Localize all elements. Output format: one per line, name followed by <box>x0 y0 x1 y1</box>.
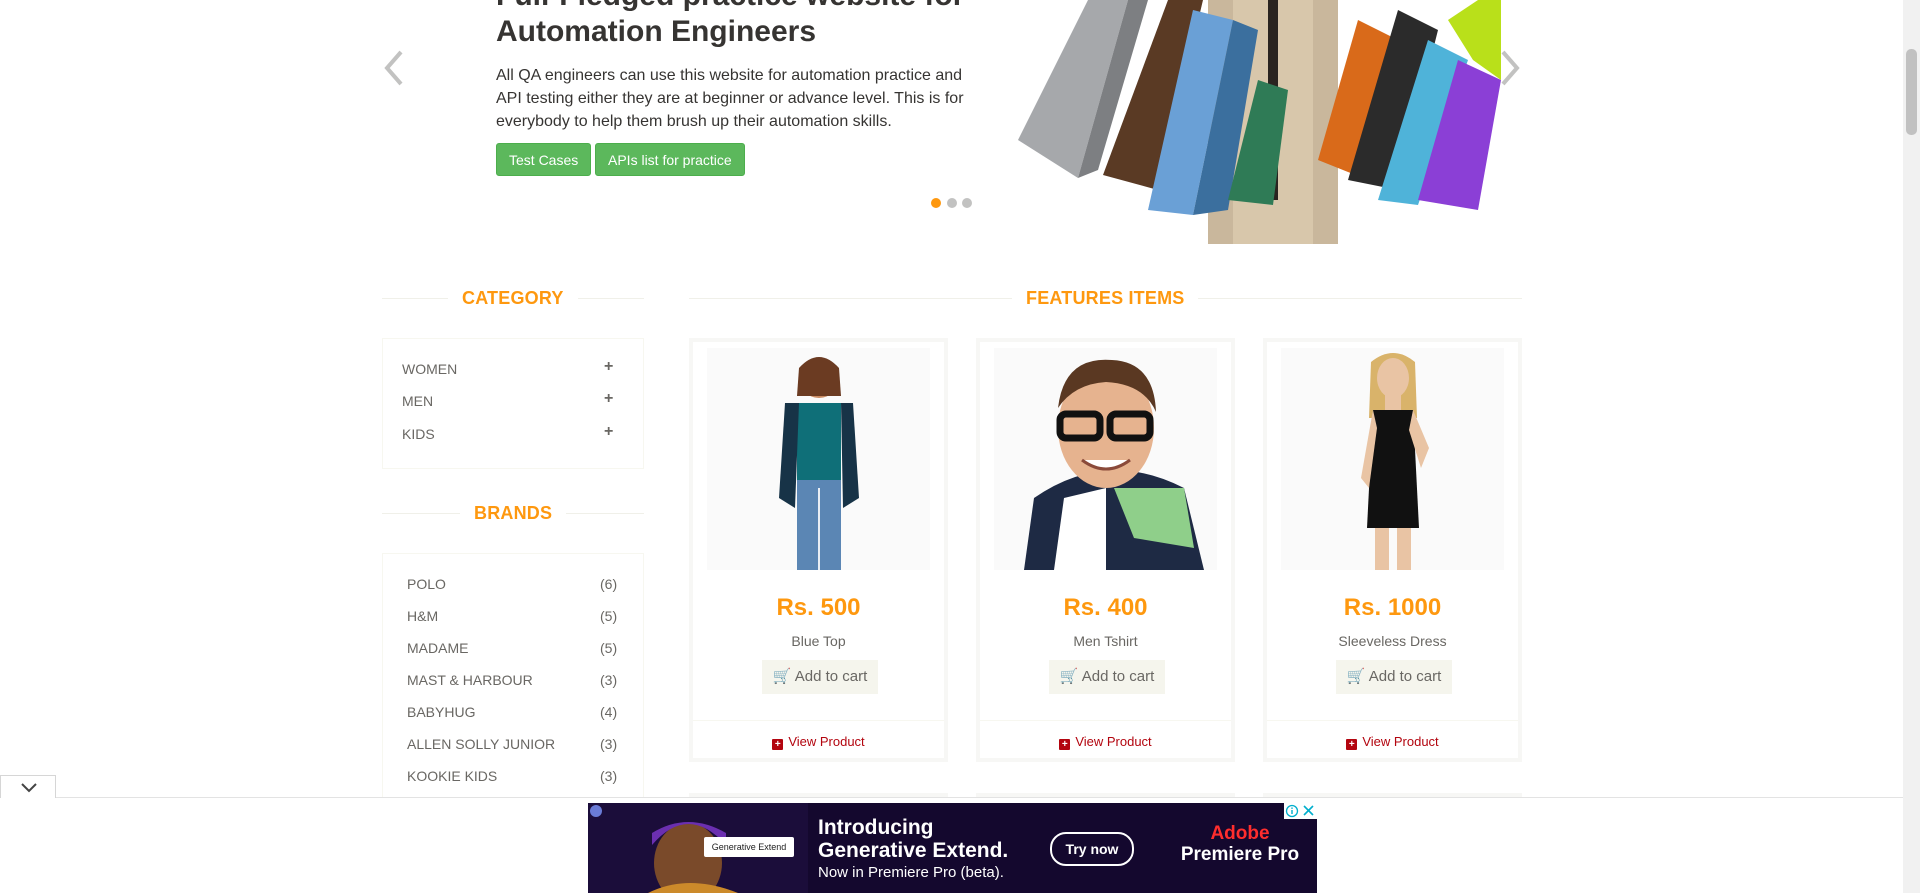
add-to-cart-button[interactable]: 🛒 Add to cart <box>1336 660 1452 694</box>
brand-allen-solly-junior[interactable]: ALLEN SOLLY JUNIOR <box>407 736 555 752</box>
features-title: FEATURES ITEMS <box>1012 288 1199 309</box>
category-kids[interactable]: KIDS <box>402 426 435 442</box>
cart-icon: 🛒 <box>1059 668 1079 685</box>
brand-count: (5) <box>600 608 618 624</box>
brands-title: BRANDS <box>460 503 567 524</box>
close-icon[interactable] <box>1303 805 1314 816</box>
cart-icon: 🛒 <box>772 668 792 685</box>
view-product-label: View Product <box>1075 734 1152 749</box>
info-icon[interactable] <box>1285 804 1299 818</box>
add-to-cart-label: Add to cart <box>1081 668 1155 685</box>
scrollbar-thumb[interactable] <box>1906 49 1917 135</box>
features-heading: FEATURES ITEMS <box>689 288 1522 309</box>
product-card: Rs. 400 Men Tshirt 🛒 Add to cart + View P… <box>976 338 1235 762</box>
adobe-advertisement[interactable]: Generative Extend Introducing Generative… <box>588 803 1317 893</box>
category-title: CATEGORY <box>448 288 578 309</box>
cart-icon: 🛒 <box>1346 668 1366 685</box>
add-to-cart-label: Add to cart <box>794 668 868 685</box>
hero-shopping-image <box>1018 0 1501 244</box>
carousel-dot-2[interactable] <box>947 198 957 208</box>
product-price: Rs. 1000 <box>1343 594 1442 621</box>
ad-brand-bottom: Premiere Pro <box>1180 844 1300 865</box>
ad-chip: Generative Extend <box>704 837 794 857</box>
category-men[interactable]: MEN <box>402 393 433 409</box>
carousel-dot-3[interactable] <box>962 198 972 208</box>
product-price: Rs. 400 <box>1063 594 1148 621</box>
view-product-label: View Product <box>788 734 865 749</box>
product-image <box>707 348 930 570</box>
carousel-next-arrow[interactable] <box>1499 48 1523 88</box>
brand-babyhug[interactable]: BABYHUG <box>407 704 475 720</box>
hero-description: All QA engineers can use this website fo… <box>496 67 964 130</box>
add-to-cart-label: Add to cart <box>1368 668 1442 685</box>
brand-madame[interactable]: MADAME <box>407 640 468 656</box>
plus-icon[interactable]: + <box>604 423 613 441</box>
test-cases-button[interactable]: Test Cases <box>496 143 592 176</box>
brand-count: (5) <box>600 640 618 656</box>
plus-square-icon: + <box>1059 739 1071 750</box>
hero-title: Full-Fledged practice website for Automa… <box>496 0 964 48</box>
brands-heading: BRANDS <box>382 503 644 524</box>
apis-list-button[interactable]: APIs list for practice <box>595 143 745 176</box>
ad-subtext: Now in Premiere Pro (beta). <box>818 864 1004 881</box>
view-product-link[interactable]: + View Product <box>693 734 944 750</box>
plus-square-icon: + <box>772 739 784 750</box>
brand-count: (3) <box>600 736 618 752</box>
view-product-link[interactable]: + View Product <box>1267 734 1518 750</box>
ad-chip-label: Generative Extend <box>711 842 787 852</box>
product-image <box>994 348 1217 570</box>
ad-brand: Adobe Premiere Pro <box>1176 823 1304 865</box>
carousel-prev-arrow[interactable] <box>381 48 405 88</box>
ad-headline: Introducing Generative Extend. <box>818 816 1009 862</box>
chevron-right-icon <box>1501 50 1520 86</box>
chevron-down-icon <box>21 783 37 793</box>
brand-polo[interactable]: POLO <box>407 576 446 592</box>
category-women[interactable]: WOMEN <box>402 361 457 377</box>
plus-square-icon: + <box>1346 739 1358 750</box>
product-card: Rs. 500 Blue Top 🛒 Add to cart + View Pro… <box>689 338 948 762</box>
product-name: Sleeveless Dress <box>1338 633 1447 649</box>
plus-icon[interactable]: + <box>604 390 613 408</box>
product-card: Rs. 1000 Sleeveless Dress 🛒 Add to cart … <box>1263 338 1522 762</box>
plus-icon[interactable]: + <box>604 358 613 376</box>
product-name: Blue Top <box>791 633 846 649</box>
view-product-label: View Product <box>1362 734 1439 749</box>
ad-brand-top: Adobe <box>1210 823 1270 844</box>
category-heading: CATEGORY <box>382 288 644 309</box>
brand-count: (4) <box>600 704 618 720</box>
brand-count: (6) <box>600 576 618 592</box>
brand-count: (3) <box>600 768 618 784</box>
add-to-cart-button[interactable]: 🛒 Add to cart <box>762 660 878 694</box>
adchoices-badge[interactable] <box>1284 803 1317 819</box>
product-image <box>1281 348 1504 570</box>
brand-mast-harbour[interactable]: MAST & HARBOUR <box>407 672 533 688</box>
chevron-left-icon <box>384 50 403 86</box>
add-to-cart-button[interactable]: 🛒 Add to cart <box>1049 660 1165 694</box>
ad-try-now-button[interactable]: Try now <box>1050 832 1134 866</box>
brand-hm[interactable]: H&M <box>407 608 438 624</box>
product-name: Men Tshirt <box>1073 633 1138 649</box>
brand-kookie-kids[interactable]: KOOKIE KIDS <box>407 768 497 784</box>
product-price: Rs. 500 <box>776 594 861 621</box>
brand-count: (3) <box>600 672 618 688</box>
ad-collapse-button[interactable] <box>0 775 56 798</box>
view-product-link[interactable]: + View Product <box>980 734 1231 750</box>
carousel-dot-1[interactable] <box>931 198 941 208</box>
